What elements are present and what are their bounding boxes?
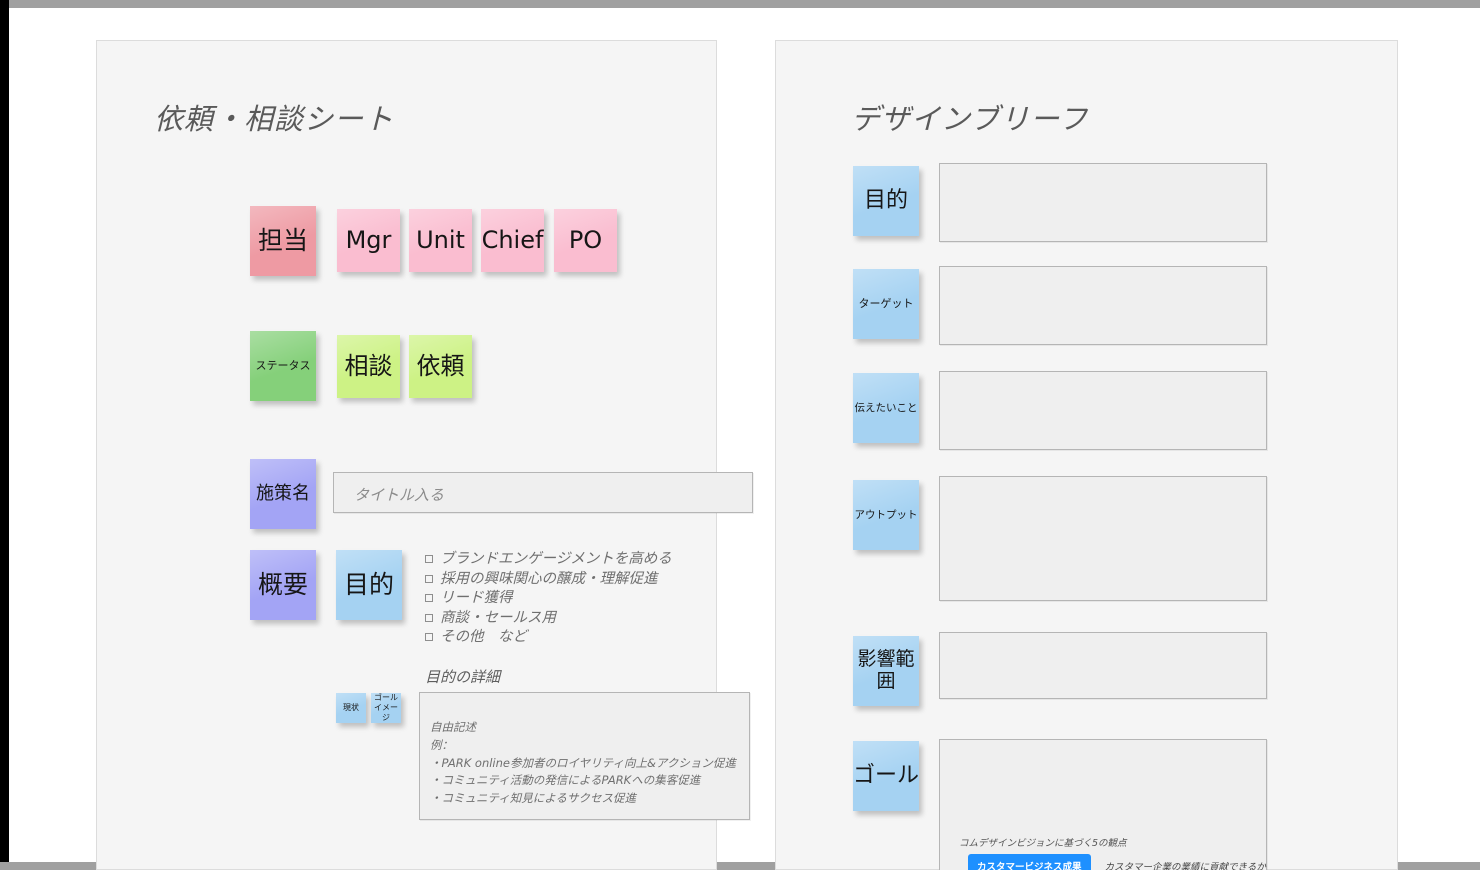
brief-scope-textarea[interactable] xyxy=(939,632,1267,699)
page-title-right: デザインブリーフ xyxy=(851,102,1089,136)
sheet-request-consultation[interactable]: 依頼・相談シート 担当 Mgr Unit Chief PO ステータス 相談 依… xyxy=(96,40,753,870)
note-measure-name-label[interactable]: 施策名 xyxy=(250,459,316,529)
checkbox-icon[interactable] xyxy=(425,613,433,622)
goal-viewpoint-badge[interactable]: カスタマービジネス成果 xyxy=(968,854,1091,870)
sheet-design-brief[interactable]: デザインブリーフ 目的 ターゲット 伝えたいこと アウトプット 影響範囲 ゴール… xyxy=(775,40,1398,870)
note-status-request[interactable]: 依頼 xyxy=(409,335,472,398)
purpose-detail-heading: 目的の詳細 xyxy=(425,668,501,686)
checklist-item-label: リード獲得 xyxy=(440,590,513,607)
checkbox-icon[interactable] xyxy=(425,633,433,642)
brief-purpose-textarea[interactable] xyxy=(939,163,1267,242)
note-owner-chief[interactable]: Chief xyxy=(481,209,544,272)
note-brief-scope[interactable]: 影響範囲 xyxy=(853,636,919,706)
sample-line: 例： xyxy=(430,737,453,752)
note-brief-goal[interactable]: ゴール xyxy=(853,741,919,811)
goal-viewpoints-caption: コムデザインビジョンに基づく5の観点 xyxy=(959,838,1127,849)
brief-output-textarea[interactable] xyxy=(939,476,1267,601)
note-status-label[interactable]: ステータス xyxy=(250,331,316,401)
brief-goal-textarea[interactable] xyxy=(939,739,1267,870)
checklist-item-label: 商談・セールス用 xyxy=(440,609,556,626)
brief-message-textarea[interactable] xyxy=(939,371,1267,450)
checklist-item[interactable]: 商談・セールス用 xyxy=(425,609,672,629)
checkbox-icon[interactable] xyxy=(425,594,433,603)
checklist-item[interactable]: その他 など xyxy=(425,628,672,648)
note-goal-image[interactable]: ゴール イメージ xyxy=(371,693,401,723)
checklist-item[interactable]: 採用の興味関心の醸成・理解促進 xyxy=(425,570,672,590)
brief-target-textarea[interactable] xyxy=(939,266,1267,345)
window-edge-left xyxy=(0,0,9,870)
note-purpose-label[interactable]: 目的 xyxy=(336,550,402,620)
sample-line: ・コミュニティ知見によるサクセス促進 xyxy=(430,791,636,806)
checkbox-icon[interactable] xyxy=(425,574,433,583)
note-status-consult[interactable]: 相談 xyxy=(337,335,400,398)
note-current-state[interactable]: 現状 xyxy=(336,693,366,723)
note-goal-image-line2: イメージ xyxy=(374,703,398,722)
note-brief-purpose[interactable]: 目的 xyxy=(853,166,919,236)
note-brief-message[interactable]: 伝えたいこと xyxy=(853,373,919,443)
checklist-item-label: ブランドエンゲージメントを高める xyxy=(440,551,672,567)
note-owner-po[interactable]: PO xyxy=(554,209,617,272)
sample-line: ・PARK online参加者のロイヤリティ向上&アクション促進 xyxy=(430,755,736,770)
note-overview-label[interactable]: 概要 xyxy=(250,550,316,620)
checklist-item-label: その他 など xyxy=(440,629,527,646)
board-canvas[interactable]: 依頼・相談シート 担当 Mgr Unit Chief PO ステータス 相談 依… xyxy=(9,8,1480,870)
purpose-detail-sample-text: 自由記述 例： ・PARK online参加者のロイヤリティ向上&アクション促進… xyxy=(430,719,736,808)
note-goal-image-line1: ゴール xyxy=(374,693,398,702)
note-owner-mgr[interactable]: Mgr xyxy=(337,209,400,272)
app-root: 依頼・相談シート 担当 Mgr Unit Chief PO ステータス 相談 依… xyxy=(0,0,1480,870)
purpose-checklist[interactable]: ブランドエンゲージメントを高める 採用の興味関心の醸成・理解促進 リード獲得 商… xyxy=(425,550,672,648)
note-owner-label[interactable]: 担当 xyxy=(250,206,316,276)
checklist-item[interactable]: リード獲得 xyxy=(425,589,672,609)
note-brief-target[interactable]: ターゲット xyxy=(853,269,919,339)
note-brief-output[interactable]: アウトプット xyxy=(853,480,919,550)
goal-viewpoint-item[interactable]: カスタマービジネス成果 カスタマー企業の業績に貢献できるか xyxy=(968,854,1266,870)
checklist-item-label: 採用の興味関心の醸成・理解促進 xyxy=(440,570,658,587)
note-owner-unit[interactable]: Unit xyxy=(409,209,472,272)
window-edge-top xyxy=(0,0,1480,8)
checkbox-icon[interactable] xyxy=(425,555,433,563)
checklist-item[interactable]: ブランドエンゲージメントを高める xyxy=(425,550,672,570)
sample-line: 自由記述 xyxy=(430,720,476,734)
sample-line: ・コミュニティ活動の発信によるPARKへの集客促進 xyxy=(430,773,701,788)
goal-viewpoint-description: カスタマー企業の業績に貢献できるか xyxy=(1104,862,1266,870)
page-title-left: 依頼・相談シート xyxy=(154,102,395,136)
measure-name-placeholder: タイトル入る xyxy=(354,486,445,504)
